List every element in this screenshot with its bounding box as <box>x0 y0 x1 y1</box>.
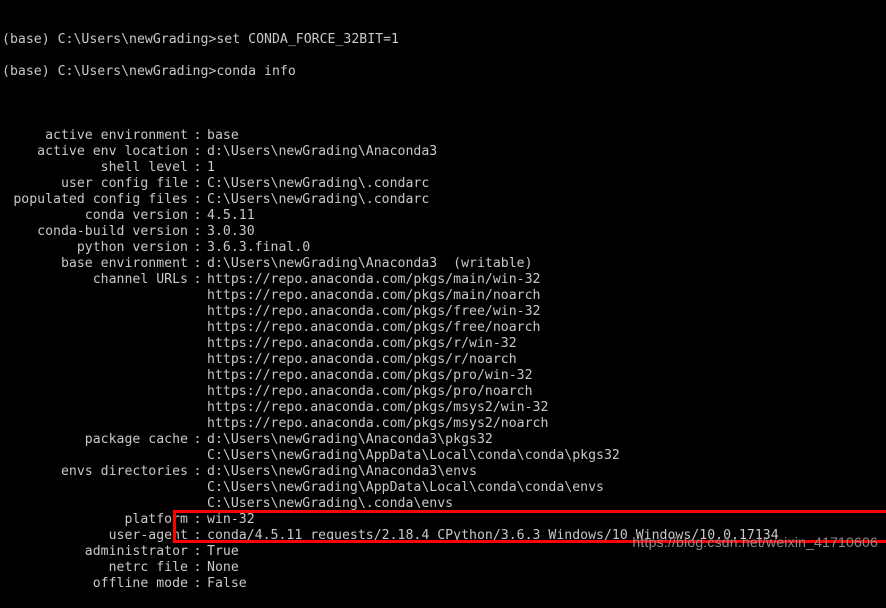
info-row-value: 4.5.11 <box>207 208 255 223</box>
info-row-value: https://repo.anaconda.com/pkgs/msys2/noa… <box>207 416 549 431</box>
info-row-value: 3.6.3.final.0 <box>207 240 311 255</box>
info-row-continuation: channel URLs:https://repo.anaconda.com/p… <box>0 336 886 352</box>
info-row-value: https://repo.anaconda.com/pkgs/r/noarch <box>207 352 517 367</box>
info-row-label: conda-build version <box>37 224 188 239</box>
info-row-value: False <box>207 576 247 591</box>
info-row-value: 3.0.30 <box>207 224 255 239</box>
info-row-continuation: channel URLs:https://repo.anaconda.com/p… <box>0 288 886 304</box>
info-row: envs directories: d:\Users\newGrading\Ana… <box>0 464 886 480</box>
info-row: active env location: d:\Users\newGrading\… <box>0 144 886 160</box>
info-row-continuation: channel URLs:https://repo.anaconda.com/p… <box>0 352 886 368</box>
info-row: conda-build version:3.0.30 <box>0 224 886 240</box>
info-row-label: active env location <box>37 144 188 159</box>
info-row: offline mode: False <box>0 576 886 592</box>
info-row-value: https://repo.anaconda.com/pkgs/msys2/win… <box>207 400 549 415</box>
info-row-separator: : <box>193 176 202 191</box>
info-row-value: https://repo.anaconda.com/pkgs/pro/noarc… <box>207 384 533 399</box>
info-row-label: offline mode <box>92 576 188 591</box>
info-row-label: conda version <box>84 208 188 223</box>
info-row: active environment: base <box>0 128 886 144</box>
info-row: populated config files: C:\Users\newGradi… <box>0 192 886 208</box>
info-row-continuation: channel URLs:https://repo.anaconda.com/p… <box>0 384 886 400</box>
info-row-separator: : <box>193 464 202 479</box>
info-row: base environment: d:\Users\newGrading\Ana… <box>0 256 886 272</box>
info-row-label: python version <box>76 240 188 255</box>
info-row: conda version:4.5.11 <box>0 208 886 224</box>
info-row-value: win-32 <box>207 512 255 527</box>
info-row-label: netrc file <box>108 560 188 575</box>
info-row: user config file: C:\Users\newGrading\.co… <box>0 176 886 192</box>
info-row-separator: : <box>193 560 202 575</box>
prompt-line: (base) C:\Users\newGrading>conda info <box>2 64 296 79</box>
info-row-separator: : <box>193 512 202 527</box>
info-row-value: https://repo.anaconda.com/pkgs/r/win-32 <box>207 336 517 351</box>
info-row-label: user config file <box>60 176 188 191</box>
info-row-value: https://repo.anaconda.com/pkgs/free/noar… <box>207 320 541 335</box>
info-row-value: https://repo.anaconda.com/pkgs/main/win-… <box>207 272 541 287</box>
info-row: channel URLs: https://repo.anaconda.com/p… <box>0 272 886 288</box>
blog-watermark: https://blog.csdn.net/weixin_41710606 <box>632 534 878 550</box>
info-row-value: https://repo.anaconda.com/pkgs/pro/win-3… <box>207 368 533 383</box>
info-row: package cache: d:\Users\newGrading\Anacon… <box>0 432 886 448</box>
info-row-value: C:\Users\newGrading\.conda\envs <box>207 496 454 511</box>
info-row-value: d:\Users\newGrading\Anaconda3\envs <box>207 464 477 479</box>
info-row-continuation: channel URLs:https://repo.anaconda.com/p… <box>0 400 886 416</box>
info-row-label: platform <box>124 512 188 527</box>
info-row-separator: : <box>193 576 202 591</box>
info-row-label: package cache <box>84 432 188 447</box>
info-row-separator: : <box>193 160 202 175</box>
info-row-separator: : <box>193 528 202 543</box>
info-row: platform: win-32 <box>0 512 886 528</box>
info-row-value: C:\Users\newGrading\.condarc <box>207 176 430 191</box>
info-row-separator: : <box>193 144 202 159</box>
info-row-label: shell level <box>100 160 188 175</box>
info-row-separator: : <box>193 256 202 271</box>
info-row-value: C:\Users\newGrading\.condarc <box>207 192 430 207</box>
info-row-label: active environment <box>45 128 188 143</box>
info-row-label: envs directories <box>60 464 188 479</box>
info-row-separator: : <box>193 224 202 239</box>
info-row-label: channel URLs <box>92 272 188 287</box>
info-row-continuation: package cache:C:\Users\newGrading\AppDat… <box>0 448 886 464</box>
info-row-value: 1 <box>207 160 215 175</box>
info-row-value: C:\Users\newGrading\AppData\Local\conda\… <box>207 480 604 495</box>
info-row-continuation: channel URLs:https://repo.anaconda.com/p… <box>0 416 886 432</box>
info-row-separator: : <box>193 272 202 287</box>
info-row-separator: : <box>193 192 202 207</box>
info-row-continuation: channel URLs:https://repo.anaconda.com/p… <box>0 368 886 384</box>
info-row-separator: : <box>193 432 202 447</box>
info-row-label: populated config files <box>13 192 188 207</box>
info-row-value: d:\Users\newGrading\Anaconda3 <box>207 144 438 159</box>
conda-info-output: active environment: base active env locati… <box>0 128 886 592</box>
info-row-value: d:\Users\newGrading\Anaconda3 (writable) <box>207 256 533 271</box>
info-row-value: https://repo.anaconda.com/pkgs/main/noar… <box>207 288 541 303</box>
info-row-separator: : <box>193 128 202 143</box>
info-row-value: C:\Users\newGrading\AppData\Local\conda\… <box>207 448 620 463</box>
info-row-separator: : <box>193 240 202 255</box>
info-row-value: https://repo.anaconda.com/pkgs/free/win-… <box>207 304 541 319</box>
info-row-value: None <box>207 560 239 575</box>
command-prompt-area: (base) C:\Users\newGrading>set CONDA_FOR… <box>0 32 886 96</box>
info-row-value: d:\Users\newGrading\Anaconda3\pkgs32 <box>207 432 493 447</box>
info-row: python version:3.6.3.final.0 <box>0 240 886 256</box>
info-row-continuation: channel URLs:https://repo.anaconda.com/p… <box>0 320 886 336</box>
info-row-continuation: envs directories:C:\Users\newGrading\.co… <box>0 496 886 512</box>
info-row-label: base environment <box>60 256 188 271</box>
info-row-continuation: envs directories:C:\Users\newGrading\App… <box>0 480 886 496</box>
prompt-line: (base) C:\Users\newGrading>set CONDA_FOR… <box>2 32 399 47</box>
info-row: shell level:1 <box>0 160 886 176</box>
info-row-value: base <box>207 128 239 143</box>
info-row-continuation: channel URLs:https://repo.anaconda.com/p… <box>0 304 886 320</box>
terminal-console[interactable]: (base) C:\Users\newGrading>set CONDA_FOR… <box>0 0 886 591</box>
info-row-separator: : <box>193 208 202 223</box>
info-row-label: user-agent <box>108 528 188 543</box>
info-row: netrc file: None <box>0 560 886 576</box>
